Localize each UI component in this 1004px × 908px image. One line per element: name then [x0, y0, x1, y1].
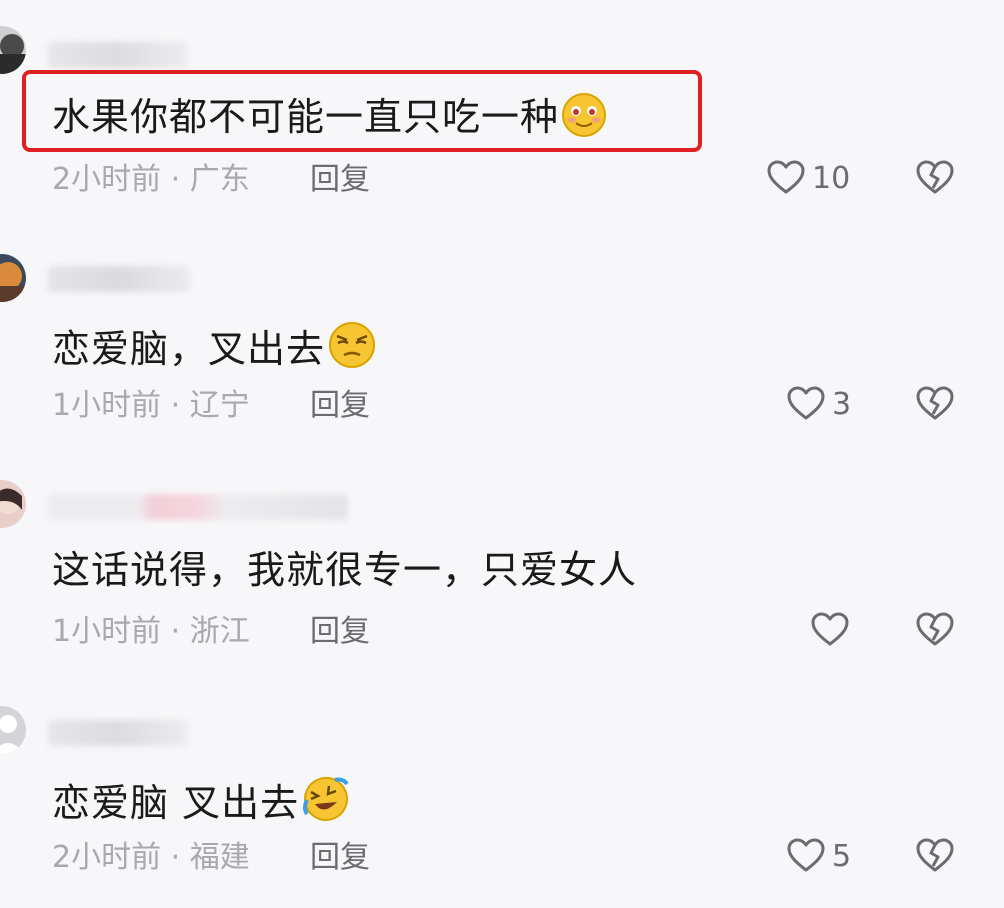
username-blurred[interactable] [48, 494, 348, 520]
meta-separator: · [161, 388, 190, 423]
like-button[interactable]: 10 [766, 158, 850, 198]
comment-time: 2小时前 [52, 840, 162, 875]
comment-text: 恋爱脑 叉出去 [52, 774, 351, 833]
like-count: 10 [812, 160, 851, 196]
comment-location: 辽宁 [189, 388, 250, 423]
reply-button[interactable]: 回复 [310, 840, 370, 876]
comment-location: 福建 [189, 840, 250, 875]
heart-icon [811, 612, 849, 646]
username-blurred[interactable] [48, 266, 190, 292]
smiling-blush-emoji [561, 92, 607, 147]
smirk-emoji [327, 320, 377, 379]
meta-separator: · [161, 840, 190, 875]
laughing-tears-emoji [301, 774, 351, 833]
broken-heart-icon [916, 386, 954, 420]
heart-icon [787, 838, 825, 872]
comment-time: 1小时前 [52, 614, 162, 649]
comment-meta: 2小时前 · 福建 [52, 840, 250, 876]
username-blurred[interactable] [48, 42, 188, 68]
like-count: 3 [832, 386, 852, 422]
meta-separator: · [161, 162, 190, 197]
like-button[interactable]: 5 [786, 836, 851, 876]
comment-meta: 1小时前 · 辽宁 [52, 388, 250, 424]
broken-heart-icon [916, 612, 954, 646]
dislike-button[interactable] [914, 384, 956, 428]
meta-separator: · [161, 614, 190, 649]
comment-text: 这话说得，我就很专一，只爱女人 [52, 548, 638, 592]
dislike-button[interactable] [914, 610, 956, 654]
reply-button[interactable]: 回复 [310, 614, 370, 650]
like-button[interactable]: 3 [786, 384, 851, 424]
reply-button[interactable]: 回复 [310, 388, 370, 424]
heart-icon [787, 386, 825, 420]
comment-time: 2小时前 [52, 162, 162, 197]
avatar[interactable] [0, 26, 26, 74]
dislike-button[interactable] [914, 836, 956, 880]
heart-icon [767, 160, 805, 194]
avatar[interactable] [0, 254, 26, 302]
broken-heart-icon [916, 160, 954, 194]
avatar[interactable] [0, 706, 26, 754]
like-count: 5 [832, 838, 852, 874]
broken-heart-icon [916, 838, 954, 872]
comment-meta: 1小时前 · 浙江 [52, 614, 250, 650]
dislike-button[interactable] [914, 158, 956, 202]
comment-meta: 2小时前 · 广东 [52, 162, 250, 198]
username-blurred[interactable] [48, 720, 188, 746]
comment-text: 恋爱脑，叉出去 [52, 320, 377, 379]
like-button[interactable] [810, 610, 856, 650]
reply-button[interactable]: 回复 [310, 162, 370, 198]
comment-time: 1小时前 [52, 388, 162, 423]
avatar[interactable] [0, 480, 26, 528]
comment-location: 广东 [189, 162, 250, 197]
comment-text: 水果你都不可能一直只吃一种 [52, 92, 607, 147]
comment-location: 浙江 [189, 614, 250, 649]
